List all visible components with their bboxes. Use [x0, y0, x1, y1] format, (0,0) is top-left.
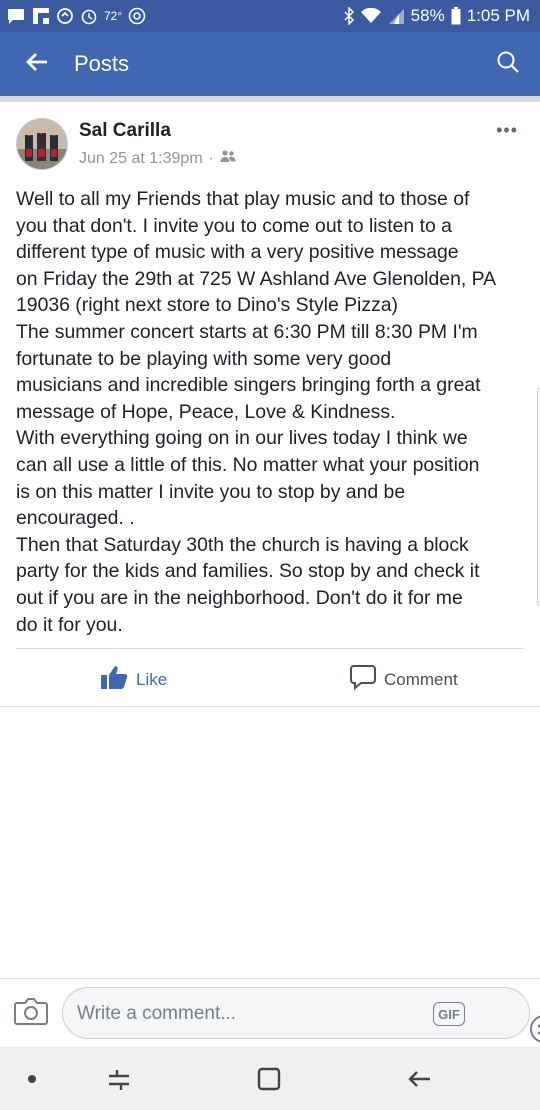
smiley-icon: [529, 1014, 540, 1050]
app-bar: Posts: [0, 32, 540, 96]
signal-icon: [387, 8, 405, 24]
post-text-line: musicians and incredible singers bringin…: [16, 374, 481, 397]
alarm-icon: [80, 7, 98, 25]
app-bar-divider: [0, 96, 540, 102]
sync-icon: [56, 7, 74, 25]
comment-button[interactable]: Comment: [350, 664, 458, 695]
post-text-line: on Friday the 29th at 725 W Ashland Ave …: [16, 267, 497, 290]
more-icon: •••: [496, 120, 518, 140]
clock: 1:05 PM: [466, 6, 530, 25]
arrow-left-icon: [25, 52, 49, 77]
like-label: Like: [136, 669, 168, 689]
post-text-line: With everything going on in our lives to…: [16, 427, 468, 450]
battery-icon: [451, 7, 461, 25]
camera-button[interactable]: [14, 997, 48, 1030]
thumbs-up-icon: [100, 664, 128, 695]
weather-temperature: 72°: [104, 9, 123, 23]
post-text-line: out if you are in the neighborhood. Don'…: [16, 586, 463, 609]
messenger-icon: [6, 7, 26, 25]
post-text-line: The summer concert starts at 6:30 PM til…: [16, 320, 478, 343]
search-button[interactable]: [476, 32, 540, 96]
post-text-line: party for the kids and families. So stop…: [16, 560, 480, 583]
post-text-line: message of Hope, Peace, Love & Kindness.: [16, 400, 396, 423]
comment-placeholder: Write a comment...: [77, 1003, 237, 1024]
comment-bubble-icon: [350, 664, 376, 695]
divider: [16, 648, 524, 649]
post-date[interactable]: Jun 25 at 1:39pm: [79, 150, 203, 168]
like-button[interactable]: Like: [100, 664, 167, 695]
post-text-line: fortunate to be playing with some very g…: [16, 347, 392, 370]
at-icon: [128, 7, 146, 25]
action-bar: Like Comment: [0, 650, 540, 706]
friends-icon: [220, 149, 236, 168]
dot-icon: [26, 1072, 38, 1090]
avatar[interactable]: [16, 118, 68, 170]
post-text-line: 19036 (right next store to Dino's Style …: [16, 294, 398, 317]
post-text: Well to all my Friends that play music a…: [16, 186, 528, 638]
system-back-button[interactable]: [406, 1066, 432, 1097]
post-text-line: do it for you.: [16, 613, 123, 636]
more-options-button[interactable]: •••: [496, 120, 518, 141]
back-button[interactable]: [0, 32, 74, 96]
navigation-bar: [0, 1046, 540, 1110]
recent-apps-button[interactable]: [106, 1066, 132, 1097]
post-text-line: Well to all my Friends that play music a…: [16, 188, 470, 210]
camera-icon: [14, 998, 48, 1029]
post-author[interactable]: Sal Carilla: [79, 120, 171, 142]
post-text-line: different type of music with a very posi…: [16, 241, 459, 264]
wifi-icon: [360, 8, 381, 24]
comment-input[interactable]: Write a comment... GIF: [62, 987, 540, 1043]
post-text-line: Then that Saturday 30th the church is ha…: [16, 533, 469, 556]
status-bar: 72° 58% 1:05 PM: [0, 0, 540, 32]
post-meta: Jun 25 at 1:39pm ·: [79, 149, 236, 168]
post-text-line: can all use a little of this. No matter …: [16, 453, 480, 476]
flipboard-icon: [32, 7, 50, 25]
gif-button[interactable]: GIF: [433, 1002, 465, 1026]
separator-dot: ·: [208, 149, 214, 167]
comment-composer: Write a comment... GIF: [0, 978, 540, 1046]
comment-label: Comment: [384, 669, 458, 689]
post-text-line: encouraged. .: [16, 507, 135, 530]
post-text-line: you that don't. I invite you to come out…: [16, 214, 452, 237]
page-title: Posts: [74, 51, 130, 76]
back-arrow-icon: [406, 1066, 432, 1097]
battery-percent: 58%: [410, 6, 445, 25]
post-header: Sal Carilla Jun 25 at 1:39pm · •••: [0, 112, 540, 176]
home-square-icon: [256, 1066, 282, 1097]
divider: [0, 706, 540, 707]
bluetooth-icon: [343, 7, 355, 25]
recent-apps-icon: [106, 1066, 132, 1097]
home-button[interactable]: [256, 1066, 282, 1097]
post-text-line: is on this matter I invite you to stop b…: [16, 480, 406, 503]
nav-dot-button[interactable]: [26, 1072, 38, 1090]
search-icon: [496, 50, 520, 79]
